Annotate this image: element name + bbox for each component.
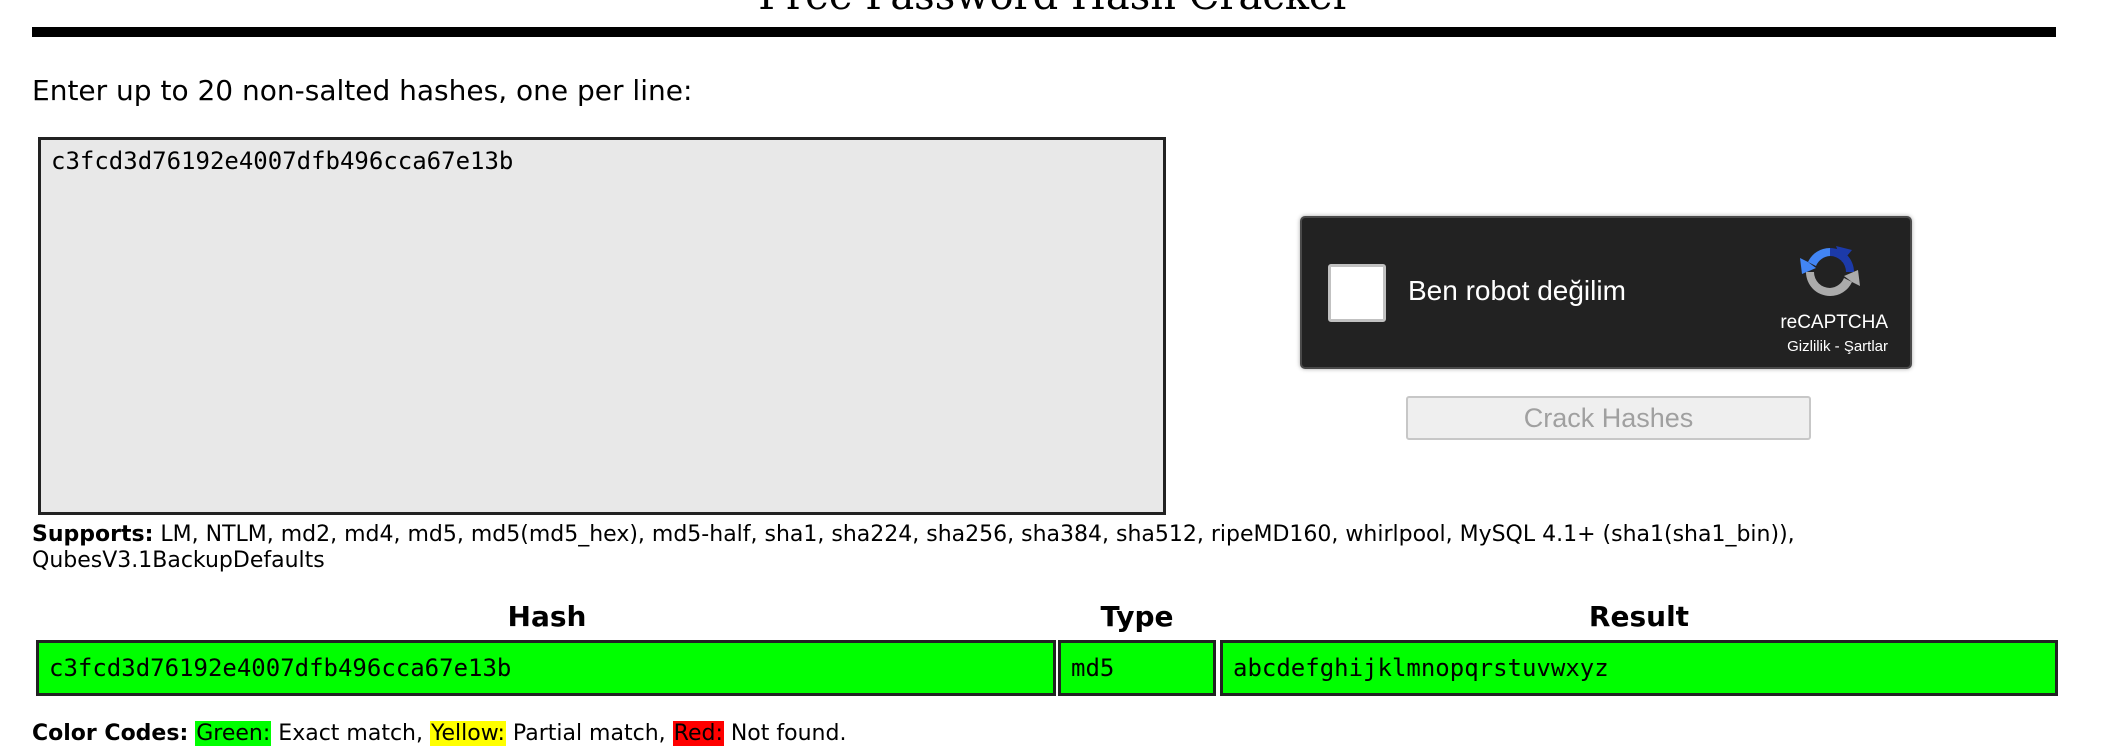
yellow-swatch: Yellow:: [429, 721, 506, 746]
hash-cracker-page: Free Password Hash Cracker Enter up to 2…: [0, 0, 2110, 748]
recaptcha-brand: reCAPTCHA: [1780, 312, 1888, 333]
column-header-hash: Hash: [507, 600, 587, 633]
yellow-meaning: Partial match,: [505, 721, 666, 746]
red-swatch: Red:: [672, 721, 724, 746]
supported-algorithms: Supports: LM, NTLM, md2, md4, md5, md5(m…: [32, 522, 2062, 574]
result-type-cell: md5: [1058, 640, 1216, 696]
instructions-text: Enter up to 20 non-salted hashes, one pe…: [32, 74, 693, 107]
supports-list: LM, NTLM, md2, md4, md5, md5(md5_hex), m…: [32, 522, 1795, 573]
recaptcha-label: Ben robot değilim: [1408, 275, 1626, 306]
recaptcha-link-separator: -: [1830, 338, 1844, 355]
column-header-result: Result: [1588, 600, 1690, 633]
recaptcha-privacy-link[interactable]: Gizlilik: [1787, 338, 1830, 355]
title-divider: [32, 27, 2056, 37]
supports-label: Supports:: [32, 522, 154, 547]
color-codes-legend: Color Codes: Green: Exact match, Yellow:…: [32, 720, 846, 748]
page-title: Free Password Hash Cracker: [0, 0, 2110, 16]
hash-input[interactable]: c3fcd3d76192e4007dfb496cca67e13b: [38, 137, 1166, 515]
crack-hashes-button[interactable]: Crack Hashes: [1406, 396, 1811, 440]
red-meaning: Not found.: [723, 721, 847, 746]
green-meaning: Exact match,: [271, 721, 423, 746]
recaptcha-links: Gizlilik - Şartlar: [1787, 338, 1888, 356]
green-swatch: Green:: [195, 721, 272, 746]
result-value-cell: abcdefghijklmnopqrstuvwxyz: [1220, 640, 2058, 696]
recaptcha-widget: Ben robot değilim reCAPTCHA Gizlilik - Ş…: [1300, 216, 1912, 369]
recaptcha-checkbox[interactable]: [1328, 264, 1386, 322]
recaptcha-terms-link[interactable]: Şartlar: [1844, 338, 1888, 355]
recaptcha-logo-icon: [1800, 246, 1860, 297]
column-header-type: Type: [1100, 600, 1174, 633]
color-codes-label: Color Codes:: [32, 721, 189, 746]
result-hash-cell: c3fcd3d76192e4007dfb496cca67e13b: [36, 640, 1056, 696]
